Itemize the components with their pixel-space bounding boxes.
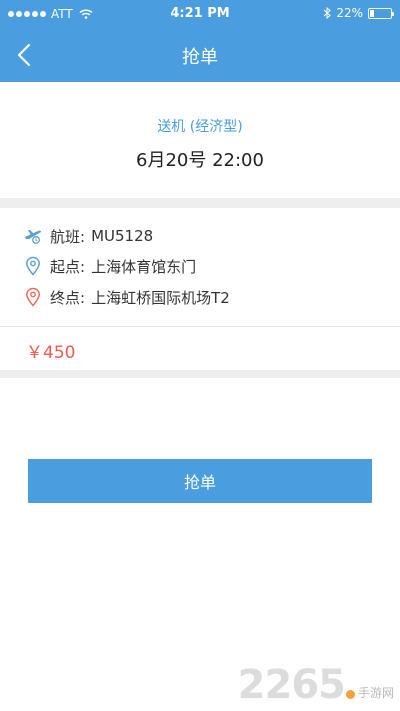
flight-label: 航班:	[50, 227, 86, 246]
battery-icon	[368, 7, 394, 19]
page-title: 抢单	[182, 47, 218, 68]
airplane-icon	[22, 225, 44, 247]
end-location: 上海虹桥国际机场T2	[91, 288, 230, 307]
grab-order-button[interactable]: 抢单	[28, 459, 372, 503]
app-header: ATT 4:21 PM 22% 抢单	[0, 0, 400, 82]
status-bar: ATT 4:21 PM 22%	[0, 0, 400, 28]
watermark-dot	[345, 690, 355, 699]
section-separator	[0, 198, 400, 208]
start-row: 起点: 上海体育馆东门	[22, 254, 196, 278]
watermark-logo: 2265	[237, 662, 346, 708]
battery-percentage: 22%	[336, 6, 363, 20]
navigation-bar: 抢单	[0, 28, 400, 82]
start-location: 上海体育馆东门	[91, 257, 197, 276]
ride-type-label: 送机 (经济型)	[157, 119, 243, 135]
ride-datetime: 6月20号 22:00	[136, 150, 264, 171]
location-pin-red-icon	[22, 286, 44, 308]
status-right: 22%	[323, 6, 394, 20]
section-separator	[0, 370, 400, 378]
battery-fill	[370, 9, 374, 17]
order-price: ￥450	[26, 343, 76, 363]
price-section: ￥450	[0, 327, 400, 370]
flight-row: 航班: MU5128	[22, 224, 153, 248]
site-watermark: 2265 手游网	[238, 665, 394, 705]
watermark-text: 手游网	[357, 686, 394, 700]
bluetooth-icon	[323, 7, 332, 19]
end-row: 终点: 上海虹桥国际机场T2	[22, 285, 230, 309]
flight-number: MU5128	[91, 227, 154, 245]
start-label: 起点:	[50, 257, 86, 276]
end-label: 终点:	[50, 288, 86, 307]
order-details: 航班: MU5128 起点: 上海体育馆东门 终点: 上海虹桥国际机场T2	[0, 208, 400, 326]
ride-summary: 送机 (经济型) 6月20号 22:00	[0, 82, 400, 198]
location-pin-blue-icon	[22, 255, 44, 277]
